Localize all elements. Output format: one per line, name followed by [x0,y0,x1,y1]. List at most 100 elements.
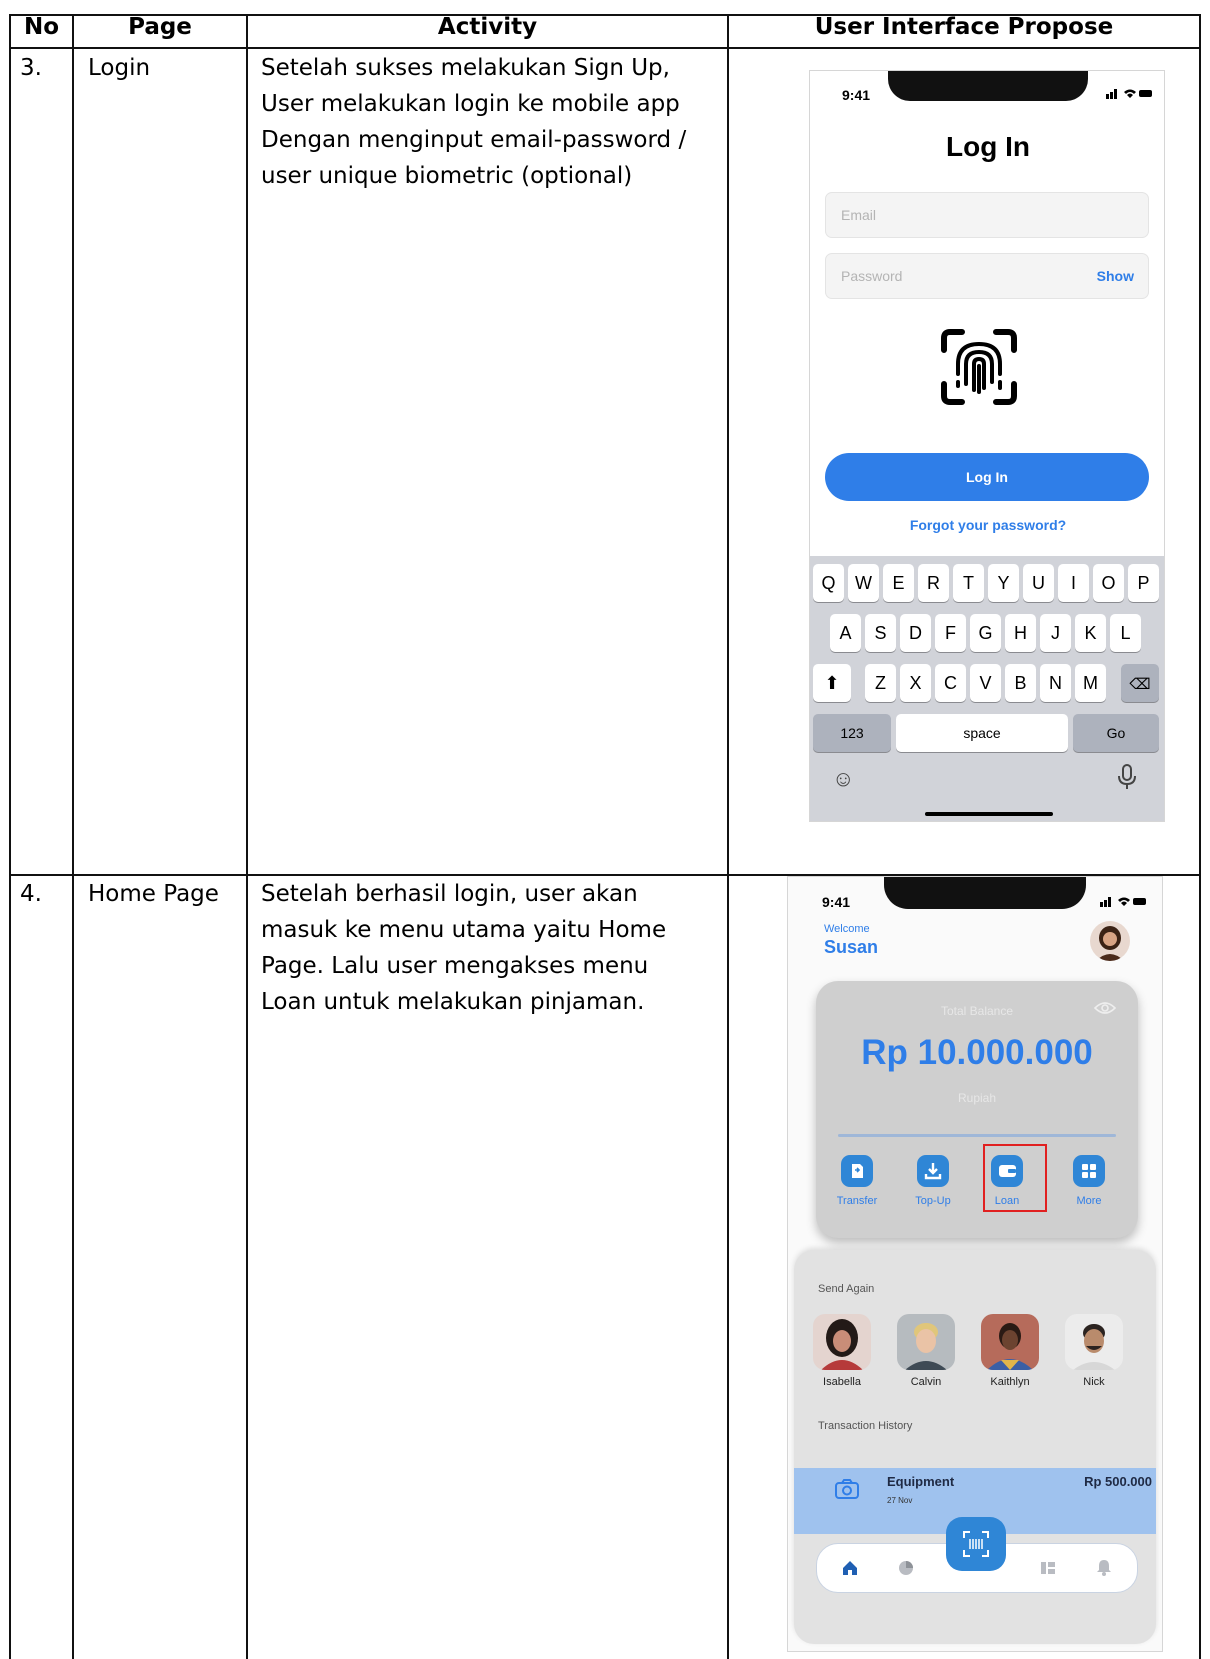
transaction-amount: Rp 500.000 [1084,1474,1152,1489]
key-k[interactable]: K [1075,614,1106,652]
camera-icon [834,1478,860,1505]
status-signal-wifi-battery-icon [1106,87,1154,102]
contact-avatar [1065,1314,1123,1370]
key-m[interactable]: M [1075,664,1106,702]
fingerprint-icon[interactable] [938,326,1020,408]
row-no: 4. [20,881,42,907]
transfer-button[interactable]: Transfer [822,1155,892,1207]
forgot-password-link[interactable]: Forgot your password? [810,517,1164,533]
shift-key[interactable]: ⬆ [813,664,851,702]
header-ui-propose: User Interface Propose [814,14,1114,40]
key-a[interactable]: A [830,614,861,652]
key-u[interactable]: U [1023,564,1054,602]
more-label: More [1076,1195,1102,1207]
key-h[interactable]: H [1005,614,1036,652]
balance-amount: Rp 10.000.000 [861,1033,1093,1072]
home-screen-mockup: 9:41 Welcome Susan Total Balance Rp 10.0… [787,876,1163,1652]
key-c[interactable]: C [935,664,966,702]
key-t[interactable]: T [953,564,984,602]
header-page: Page [128,14,192,40]
balance-divider [838,1134,1116,1137]
row-activity-line: Setelah sukses melakukan Sign Up, [261,55,670,81]
row-activity-line: User melakukan login ke mobile app [261,91,680,117]
on-screen-keyboard: Q W E R T Y U I O P A S D F G H J K L ⬆ … [810,556,1164,821]
key-g[interactable]: G [970,614,1001,652]
status-time: 9:41 [842,87,871,103]
login-button[interactable]: Log In [825,453,1149,501]
status-time: 9:41 [822,894,851,910]
table-col-divider-3 [727,14,729,1659]
login-screen-mockup: 9:41 Log In Email Password Show Log In F… [809,70,1165,822]
contact-nick[interactable]: Nick [1062,1314,1126,1388]
emoji-icon[interactable]: ☺ [832,766,854,792]
key-s[interactable]: S [865,614,896,652]
key-y[interactable]: Y [988,564,1019,602]
user-name: Susan [824,937,879,957]
table-border-left [9,14,11,1659]
contact-isabella[interactable]: Isabella [810,1314,874,1388]
balance-card: Total Balance Rp 10.000.000 Rupiah Trans… [816,981,1138,1238]
email-placeholder: Email [841,207,877,223]
key-p[interactable]: P [1128,564,1159,602]
key-e[interactable]: E [883,564,914,602]
eye-icon[interactable] [1093,1001,1117,1020]
key-z[interactable]: Z [865,664,896,702]
table-header-divider [9,47,1201,49]
key-b[interactable]: B [1005,664,1036,702]
table-border-right [1199,14,1201,1659]
transaction-name: Equipment [887,1474,955,1489]
contact-name: Isabella [823,1376,861,1388]
row-page: Home Page [88,881,219,907]
transfer-icon [841,1155,873,1187]
row-activity-line: Dengan menginput email-password / [261,127,687,153]
space-key[interactable]: space [896,714,1068,752]
key-d[interactable]: D [900,614,931,652]
header-no: No [23,14,60,40]
key-q[interactable]: Q [813,564,844,602]
table-col-divider-2 [246,14,248,1659]
contact-calvin[interactable]: Calvin [894,1314,958,1388]
row-no: 3. [20,55,42,81]
show-password-button[interactable]: Show [1097,268,1134,284]
phone-notch [888,71,1088,101]
go-key[interactable]: Go [1073,714,1159,752]
backspace-key[interactable]: ⌫ [1121,664,1159,702]
key-w[interactable]: W [848,564,879,602]
bell-icon[interactable] [1095,1558,1113,1581]
key-n[interactable]: N [1040,664,1071,702]
shift-icon: ⬆ [824,673,840,693]
topup-button[interactable]: Top-Up [898,1155,968,1207]
topup-label: Top-Up [915,1195,951,1207]
key-l[interactable]: L [1110,614,1141,652]
login-title: Log In [946,131,1030,162]
email-field[interactable]: Email [825,192,1149,238]
key-f[interactable]: F [935,614,966,652]
key-r[interactable]: R [918,564,949,602]
status-signal-wifi-battery-icon [1100,895,1148,910]
numbers-key[interactable]: 123 [813,714,891,752]
key-j[interactable]: J [1040,614,1071,652]
row-activity-line: masuk ke menu utama yaitu Home [261,917,667,943]
key-x[interactable]: X [900,664,931,702]
avatar[interactable] [1090,921,1130,961]
scan-icon [962,1530,990,1563]
more-button[interactable]: More [1054,1155,1124,1207]
card-icon[interactable] [1039,1559,1057,1582]
row-activity-line: user unique biometric (optional) [261,163,633,189]
welcome-label: Welcome [824,923,870,935]
contact-avatar [981,1314,1039,1370]
home-indicator [925,812,1053,816]
chart-icon[interactable] [897,1559,915,1582]
key-i[interactable]: I [1058,564,1089,602]
grid-icon [1073,1155,1105,1187]
password-field[interactable]: Password Show [825,253,1149,299]
download-icon [917,1155,949,1187]
contact-kaithlyn[interactable]: Kaithlyn [978,1314,1042,1388]
key-o[interactable]: O [1093,564,1124,602]
scan-button[interactable] [946,1517,1006,1571]
row-activity-line: Setelah berhasil login, user akan [261,881,638,907]
microphone-icon[interactable] [1118,764,1136,796]
home-icon[interactable] [841,1559,859,1582]
row-page: Login [88,55,151,81]
key-v[interactable]: V [970,664,1001,702]
